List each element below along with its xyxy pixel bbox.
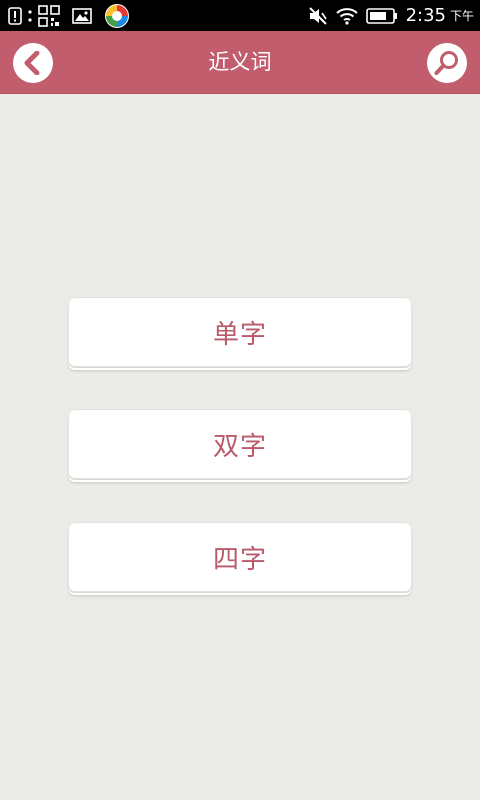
single-character-button[interactable]: 单字 <box>68 297 412 367</box>
back-button[interactable] <box>13 43 53 83</box>
double-character-button[interactable]: 双字 <box>68 409 412 479</box>
menu-button-label: 双字 <box>212 431 267 462</box>
page-title: 近义词 <box>208 50 272 74</box>
system-icons: 2:35 下午 <box>308 3 474 28</box>
image-icon <box>72 7 92 24</box>
search-icon <box>433 49 461 77</box>
alert-icon <box>8 6 22 25</box>
back-arrow-icon <box>22 51 44 75</box>
battery-icon <box>365 7 398 24</box>
search-button[interactable] <box>427 43 467 83</box>
overflow-dots-icon <box>28 7 32 25</box>
clock-time: 2:35 <box>405 5 446 26</box>
notification-icons <box>8 3 130 28</box>
menu-button-label: 四字 <box>212 544 267 575</box>
mute-icon <box>308 6 328 26</box>
menu-button-label: 单字 <box>212 319 267 350</box>
four-character-button[interactable]: 四字 <box>68 522 412 592</box>
clock-ampm: 下午 <box>449 9 474 23</box>
wifi-icon <box>335 7 358 25</box>
title-bar: 近义词 <box>0 31 480 94</box>
qr-code-icon <box>38 4 60 27</box>
app-logo-icon <box>104 3 130 29</box>
status-bar: 2:35 下午 <box>0 0 480 31</box>
